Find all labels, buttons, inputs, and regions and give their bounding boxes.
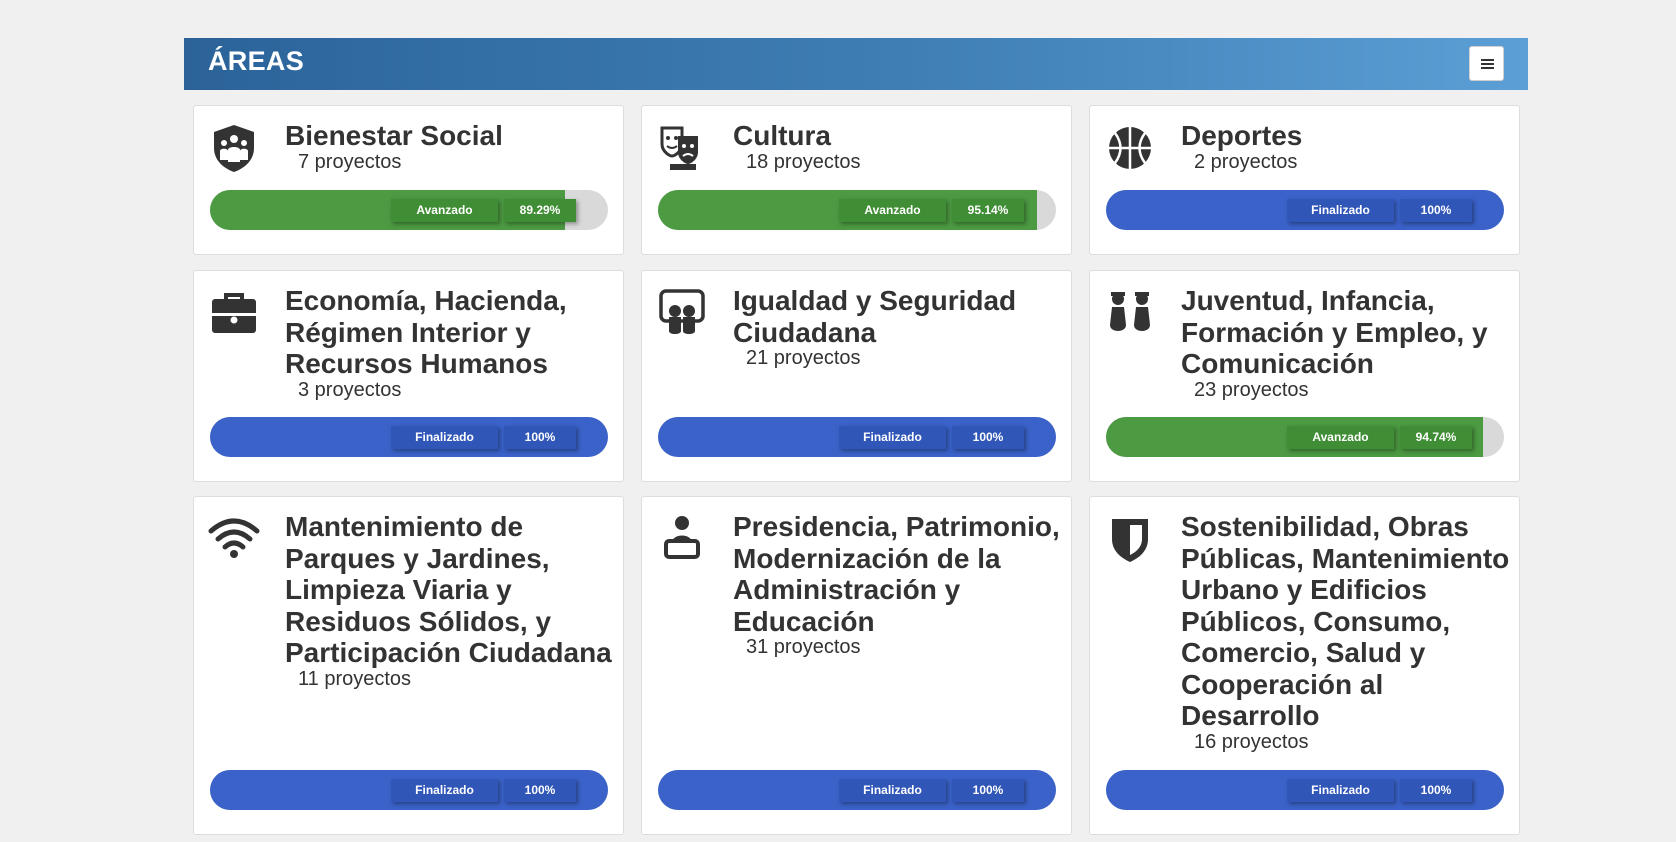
area-card[interactable]: Cultura Avanzado 95.14% 18 proyectos	[641, 105, 1072, 255]
project-count: 3 proyectos	[298, 379, 402, 401]
status-badge: Finalizado	[391, 779, 498, 802]
progress-bar: Finalizado 100%	[1106, 190, 1504, 230]
progress-bar: Finalizado 100%	[1106, 770, 1504, 810]
status-badge: Finalizado	[839, 426, 946, 449]
progress-bar: Avanzado 94.74%	[1106, 417, 1504, 457]
area-card[interactable]: Presidencia, Patrimonio, Modernización d…	[641, 496, 1072, 835]
status-badge: Finalizado	[839, 779, 946, 802]
briefcase-icon	[208, 287, 260, 339]
percent-badge: 89.29%	[504, 199, 576, 222]
area-card[interactable]: Economía, Hacienda, Régimen Interior y R…	[193, 270, 624, 482]
percent-badge: 100%	[952, 426, 1024, 449]
menu-button[interactable]	[1469, 46, 1504, 81]
progress-bar: Finalizado 100%	[210, 417, 608, 457]
percent-badge: 100%	[504, 779, 576, 802]
area-title: Juventud, Infancia, Formación y Empleo, …	[1181, 285, 1488, 379]
project-count: 23 proyectos	[1194, 379, 1309, 401]
progress-bar: Finalizado 100%	[658, 770, 1056, 810]
project-count: 18 proyectos	[746, 151, 861, 173]
area-title: Economía, Hacienda, Régimen Interior y R…	[285, 285, 567, 379]
areas-header: ÁREAS	[184, 38, 1528, 90]
project-count: 7 proyectos	[298, 151, 402, 173]
status-badge: Finalizado	[1287, 199, 1394, 222]
percent-badge: 95.14%	[952, 199, 1024, 222]
progress-bar: Finalizado 100%	[210, 770, 608, 810]
basketball-icon	[1104, 122, 1156, 174]
status-badge: Avanzado	[839, 199, 946, 222]
area-title: Presidencia, Patrimonio, Modernización d…	[733, 511, 1060, 637]
wifi-icon	[208, 513, 260, 565]
status-badge: Finalizado	[391, 426, 498, 449]
project-count: 2 proyectos	[1194, 151, 1298, 173]
area-card[interactable]: Juventud, Infancia, Formación y Empleo, …	[1089, 270, 1520, 482]
area-title: Sostenibilidad, Obras Públicas, Mantenim…	[1181, 511, 1510, 731]
area-title: Bienestar Social	[285, 120, 503, 151]
theater-masks-icon	[656, 122, 708, 174]
area-title: Cultura	[733, 120, 831, 151]
area-card[interactable]: Igualdad y Seguridad Ciudadana Finalizado…	[641, 270, 1072, 482]
progress-bar: Avanzado 89.29%	[210, 190, 608, 230]
status-badge: Finalizado	[1287, 779, 1394, 802]
progress-bar: Avanzado 95.14%	[658, 190, 1056, 230]
area-card[interactable]: Mantenimiento de Parques y Jardines, Lim…	[193, 496, 624, 835]
area-title: Igualdad y Seguridad Ciudadana	[733, 285, 1017, 348]
project-count: 16 proyectos	[1194, 731, 1309, 753]
percent-badge: 100%	[1400, 779, 1472, 802]
project-count: 31 proyectos	[746, 636, 861, 658]
shield-icon	[1104, 513, 1156, 565]
area-card[interactable]: Deportes Finalizado 100% 2 proyectos	[1089, 105, 1520, 255]
project-count: 21 proyectos	[746, 347, 861, 369]
status-badge: Avanzado	[1287, 426, 1394, 449]
children-icon	[1104, 287, 1156, 339]
percent-badge: 94.74%	[1400, 426, 1472, 449]
hamburger-icon	[1481, 59, 1494, 61]
shield-people-icon	[208, 122, 260, 174]
page-title: ÁREAS	[208, 46, 305, 76]
percent-badge: 100%	[952, 779, 1024, 802]
project-count: 11 proyectos	[298, 668, 412, 690]
percent-badge: 100%	[1400, 199, 1472, 222]
area-title: Deportes	[1181, 120, 1303, 151]
area-card[interactable]: Sostenibilidad, Obras Públicas, Mantenim…	[1089, 496, 1520, 835]
percent-badge: 100%	[504, 426, 576, 449]
progress-bar: Finalizado 100%	[658, 417, 1056, 457]
speaker-podium-icon	[656, 513, 708, 565]
status-badge: Avanzado	[391, 199, 498, 222]
area-title: Mantenimiento de Parques y Jardines, Lim…	[285, 511, 612, 668]
area-card[interactable]: Bienestar Social Avanzado 89.29% 7 proyecto…	[193, 105, 624, 255]
equality-icon	[656, 287, 708, 339]
